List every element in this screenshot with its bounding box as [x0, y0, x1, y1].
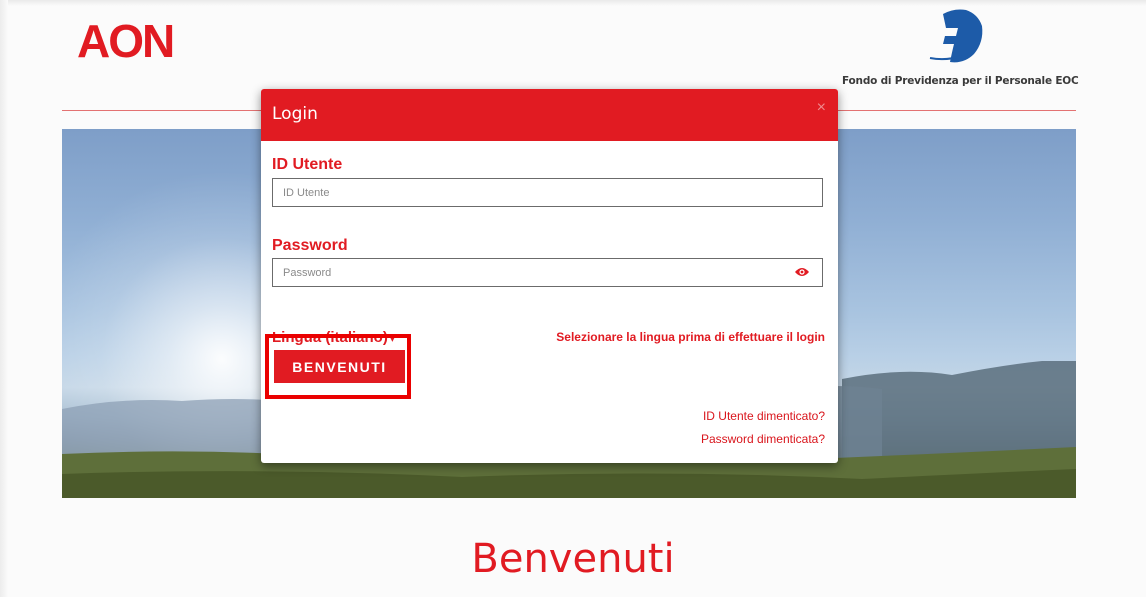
modal-title: Login [272, 104, 318, 124]
forgot-password-link[interactable]: Password dimenticata? [701, 432, 825, 446]
user-id-label: ID Utente [272, 156, 343, 173]
close-icon[interactable]: × [817, 99, 826, 117]
aon-logo[interactable]: AON [77, 16, 175, 66]
page-shadow-left [0, 0, 8, 597]
language-label: Lingua (italiano) [272, 329, 388, 346]
login-modal: Login × ID Utente Password Lingua (itali… [261, 89, 838, 463]
welcome-heading: Benvenuti [471, 536, 675, 582]
chevron-down-icon: ▾ [389, 334, 395, 345]
modal-header: Login × [261, 89, 838, 141]
fund-name: Fondo di Previdenza per il Personale EOC [842, 75, 1079, 87]
language-selector[interactable]: Lingua (italiano) ▾ [272, 329, 395, 346]
language-hint: Selezionare la lingua prima di effettuar… [556, 330, 825, 344]
fund-logo-icon[interactable] [926, 8, 986, 66]
password-input[interactable] [272, 258, 823, 287]
user-id-input[interactable] [272, 178, 823, 207]
page-shadow-top [0, 0, 1146, 6]
forgot-user-id-link[interactable]: ID Utente dimenticato? [703, 409, 825, 423]
login-button[interactable]: BENVENUTI [274, 350, 405, 383]
password-label: Password [272, 237, 348, 254]
eye-icon[interactable] [794, 266, 810, 278]
